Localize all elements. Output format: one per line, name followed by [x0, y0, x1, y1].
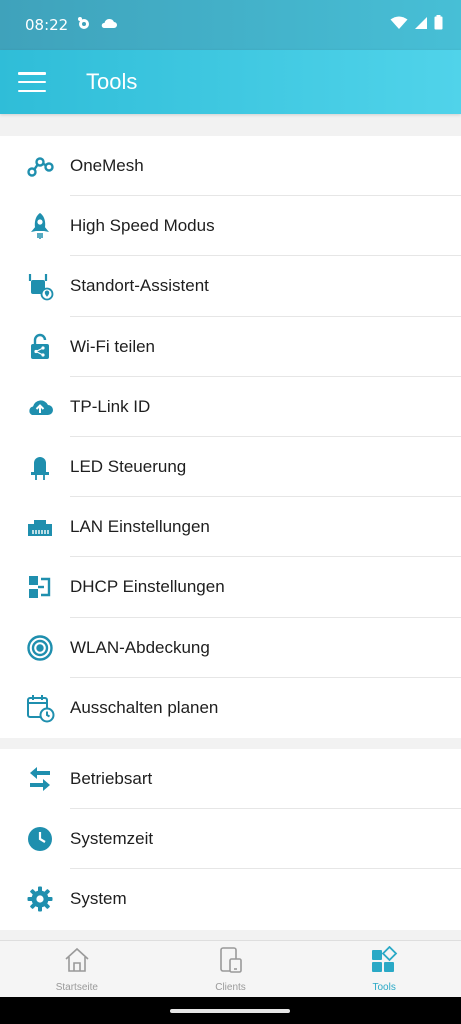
tool-item-label: LAN Einstellungen — [70, 517, 210, 537]
share-lock-icon — [25, 332, 55, 362]
tool-item-system-time[interactable]: Systemzeit — [0, 809, 461, 870]
tool-item-label: Standort-Assistent — [70, 276, 209, 296]
tool-item-system[interactable]: System — [0, 869, 461, 929]
tools-grid-icon — [370, 945, 398, 979]
home-indicator[interactable] — [170, 1009, 290, 1013]
tool-item-onemesh[interactable]: OneMesh — [0, 136, 461, 197]
nav-label: Startseite — [55, 981, 98, 993]
tool-item-location-assistant[interactable]: Standort-Assistent — [0, 256, 461, 317]
cloud-upload-icon — [25, 392, 55, 422]
nav-tab-home[interactable]: Startseite — [0, 941, 154, 997]
tool-item-label: Wi-Fi teilen — [70, 336, 156, 356]
status-bar: 08:22 — [0, 0, 461, 50]
coverage-icon — [25, 633, 55, 663]
rocket-icon — [25, 211, 55, 241]
cloud-icon — [100, 16, 118, 35]
gesture-bar — [0, 997, 461, 1024]
hamburger-menu-icon[interactable] — [18, 72, 46, 92]
tool-item-led[interactable]: LED Steuerung — [0, 437, 461, 498]
tool-item-tplink-id[interactable]: TP-Link ID — [0, 377, 461, 438]
system-list: Betriebsart Systemzeit System — [0, 749, 461, 930]
devices-icon — [217, 946, 245, 979]
tool-item-coverage[interactable]: WLAN-Abdeckung — [0, 618, 461, 678]
tool-item-label: LED Steuerung — [70, 457, 187, 477]
tool-item-label: Betriebsart — [70, 769, 153, 789]
clock-icon — [25, 824, 55, 854]
tool-item-power-schedule[interactable]: Ausschalten planen — [0, 678, 461, 738]
tool-item-high-speed[interactable]: High Speed Modus — [0, 196, 461, 257]
tool-item-dhcp[interactable]: DHCP Einstellungen — [0, 557, 461, 618]
tool-item-label: Systemzeit — [70, 829, 154, 849]
cell-signal-icon — [414, 16, 428, 35]
onemesh-icon — [25, 151, 55, 181]
tools-list: OneMesh High Speed Modus Standort-Assist… — [0, 136, 461, 738]
tool-item-label: OneMesh — [70, 156, 144, 176]
app-notification-icon — [76, 15, 92, 36]
battery-icon — [434, 15, 443, 35]
swap-arrows-icon — [25, 764, 55, 794]
tool-item-label: High Speed Modus — [70, 216, 215, 236]
home-icon — [63, 946, 91, 979]
tool-item-label: WLAN-Abdeckung — [70, 637, 210, 657]
schedule-icon — [25, 693, 55, 723]
tool-item-label: System — [70, 889, 127, 909]
nav-tab-clients[interactable]: Clients — [154, 941, 308, 997]
led-icon — [25, 452, 55, 482]
tool-item-label: DHCP Einstellungen — [70, 577, 225, 597]
gear-icon — [25, 884, 55, 914]
nav-tab-tools[interactable]: Tools — [307, 941, 461, 997]
wifi-icon — [390, 16, 408, 35]
app-bar: Tools — [0, 50, 461, 114]
tool-item-label: TP-Link ID — [70, 396, 151, 416]
nav-label: Clients — [215, 981, 246, 993]
tool-item-operation-mode[interactable]: Betriebsart — [0, 749, 461, 810]
bottom-navigation: Startseite Clients Tools — [0, 940, 461, 997]
tool-item-wifi-share[interactable]: Wi-Fi teilen — [0, 317, 461, 377]
tool-item-lan[interactable]: LAN Einstellungen — [0, 497, 461, 558]
tool-item-label: Ausschalten planen — [70, 697, 219, 717]
status-time: 08:22 — [25, 16, 69, 34]
lan-port-icon — [25, 512, 55, 542]
page-title: Tools — [86, 69, 138, 94]
dhcp-icon — [25, 572, 55, 602]
nav-label: Tools — [372, 981, 396, 993]
location-assistant-icon — [25, 271, 55, 301]
